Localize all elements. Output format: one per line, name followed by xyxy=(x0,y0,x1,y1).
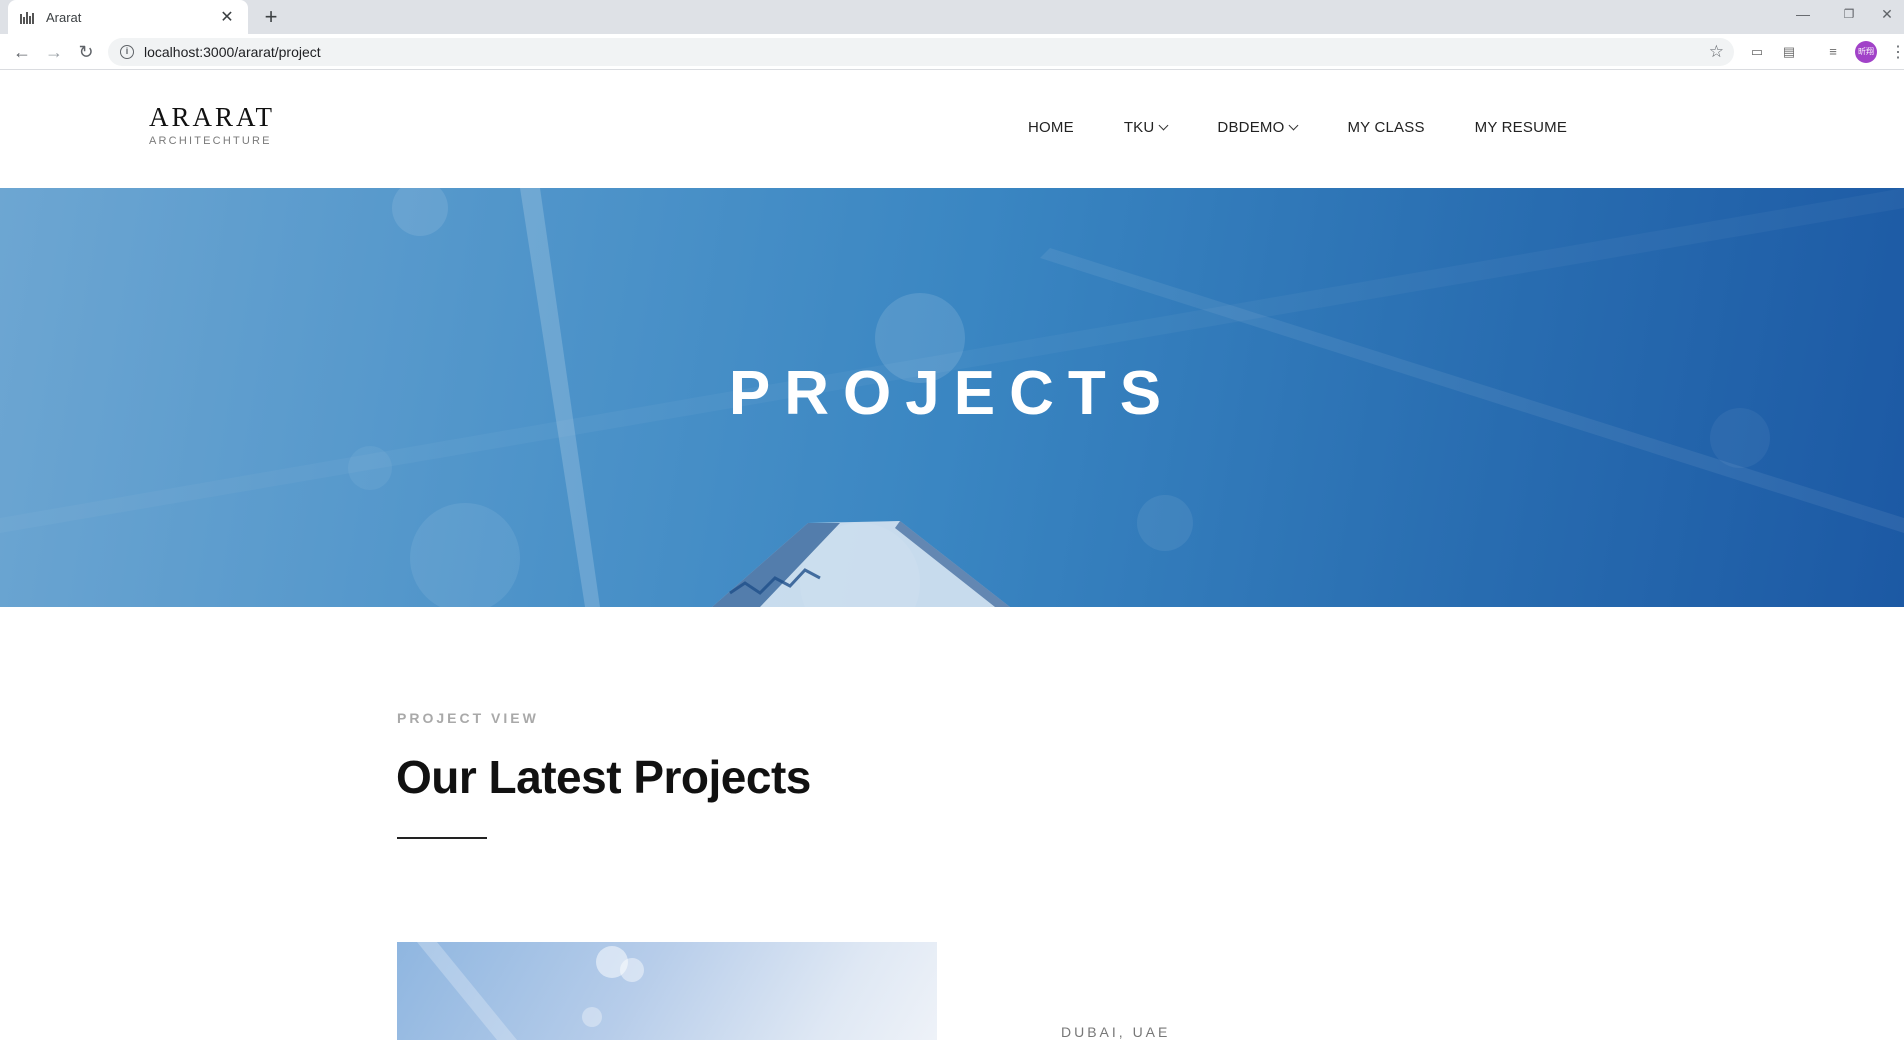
nav-label: TKU xyxy=(1123,119,1155,136)
site-header: ARARAT ARCHITECHTURE HOME TKU DBDEMO MY … xyxy=(0,71,1904,188)
reload-icon[interactable]: ↻ xyxy=(72,38,100,66)
browser-tabstrip: Ararat ✕ + — ❐ ✕ xyxy=(0,0,1904,34)
logo-subtitle: ARCHITECHTURE xyxy=(149,135,272,147)
chevron-down-icon xyxy=(1289,120,1299,131)
nav-label: MY RESUME xyxy=(1474,119,1568,136)
url-text[interactable]: localhost:3000/ararat/project xyxy=(144,44,1709,60)
nav-item-my-resume[interactable]: MY RESUME xyxy=(1475,119,1567,136)
main-nav: HOME TKU DBDEMO MY CLASS MY RESUME xyxy=(1028,119,1617,136)
address-bar[interactable]: i localhost:3000/ararat/project ☆ xyxy=(108,38,1734,66)
logo-title: ARARAT xyxy=(149,102,276,132)
bookmark-star-icon[interactable]: ☆ xyxy=(1709,42,1724,62)
nav-item-tku[interactable]: TKU xyxy=(1123,119,1169,136)
reading-list-icon[interactable]: ≡ xyxy=(1824,44,1842,60)
new-tab-button[interactable]: + xyxy=(258,4,284,30)
nav-label: MY CLASS xyxy=(1347,119,1425,136)
forward-arrow-icon[interactable]: → xyxy=(40,38,68,66)
nav-item-dbdemo[interactable]: DBDEMO xyxy=(1217,119,1299,136)
hero-title: PROJECTS xyxy=(728,359,1176,428)
browser-toolbar: ← → ↻ i localhost:3000/ararat/project ☆ … xyxy=(0,34,1904,70)
title-divider xyxy=(397,837,487,839)
project-sky-image xyxy=(417,942,644,1040)
hero-banner: PROJECTS xyxy=(0,188,1904,607)
chevron-down-icon xyxy=(1158,120,1169,131)
section-eyebrow: PROJECT VIEW xyxy=(397,710,539,726)
site-logo[interactable]: ARARAT ARCHITECHTURE xyxy=(149,103,275,147)
close-tab-icon[interactable]: ✕ xyxy=(218,7,236,27)
extension-icon[interactable]: ▤ xyxy=(1780,44,1798,60)
nav-item-home[interactable]: HOME xyxy=(1028,119,1074,136)
nav-item-my-class[interactable]: MY CLASS xyxy=(1347,119,1424,136)
browser-tab[interactable]: Ararat ✕ xyxy=(8,0,248,34)
nav-label: HOME xyxy=(1028,119,1074,136)
project-location: DUBAI, UAE xyxy=(1061,1024,1171,1040)
section-title: Our Latest Projects xyxy=(396,751,811,803)
site-favicon-icon xyxy=(20,10,36,24)
project-image[interactable] xyxy=(397,942,937,1040)
minimize-window-button[interactable]: — xyxy=(1780,0,1826,30)
extension-icon[interactable]: ▭ xyxy=(1748,44,1766,60)
profile-avatar[interactable]: 昕翔 xyxy=(1855,41,1877,63)
back-arrow-icon[interactable]: ← xyxy=(8,38,36,66)
site-info-icon[interactable]: i xyxy=(120,45,134,59)
nav-label: DBDEMO xyxy=(1217,119,1285,136)
tab-title: Ararat xyxy=(46,9,82,25)
close-window-button[interactable]: ✕ xyxy=(1864,0,1904,30)
browser-menu-icon[interactable]: ⋮ xyxy=(1890,42,1904,62)
